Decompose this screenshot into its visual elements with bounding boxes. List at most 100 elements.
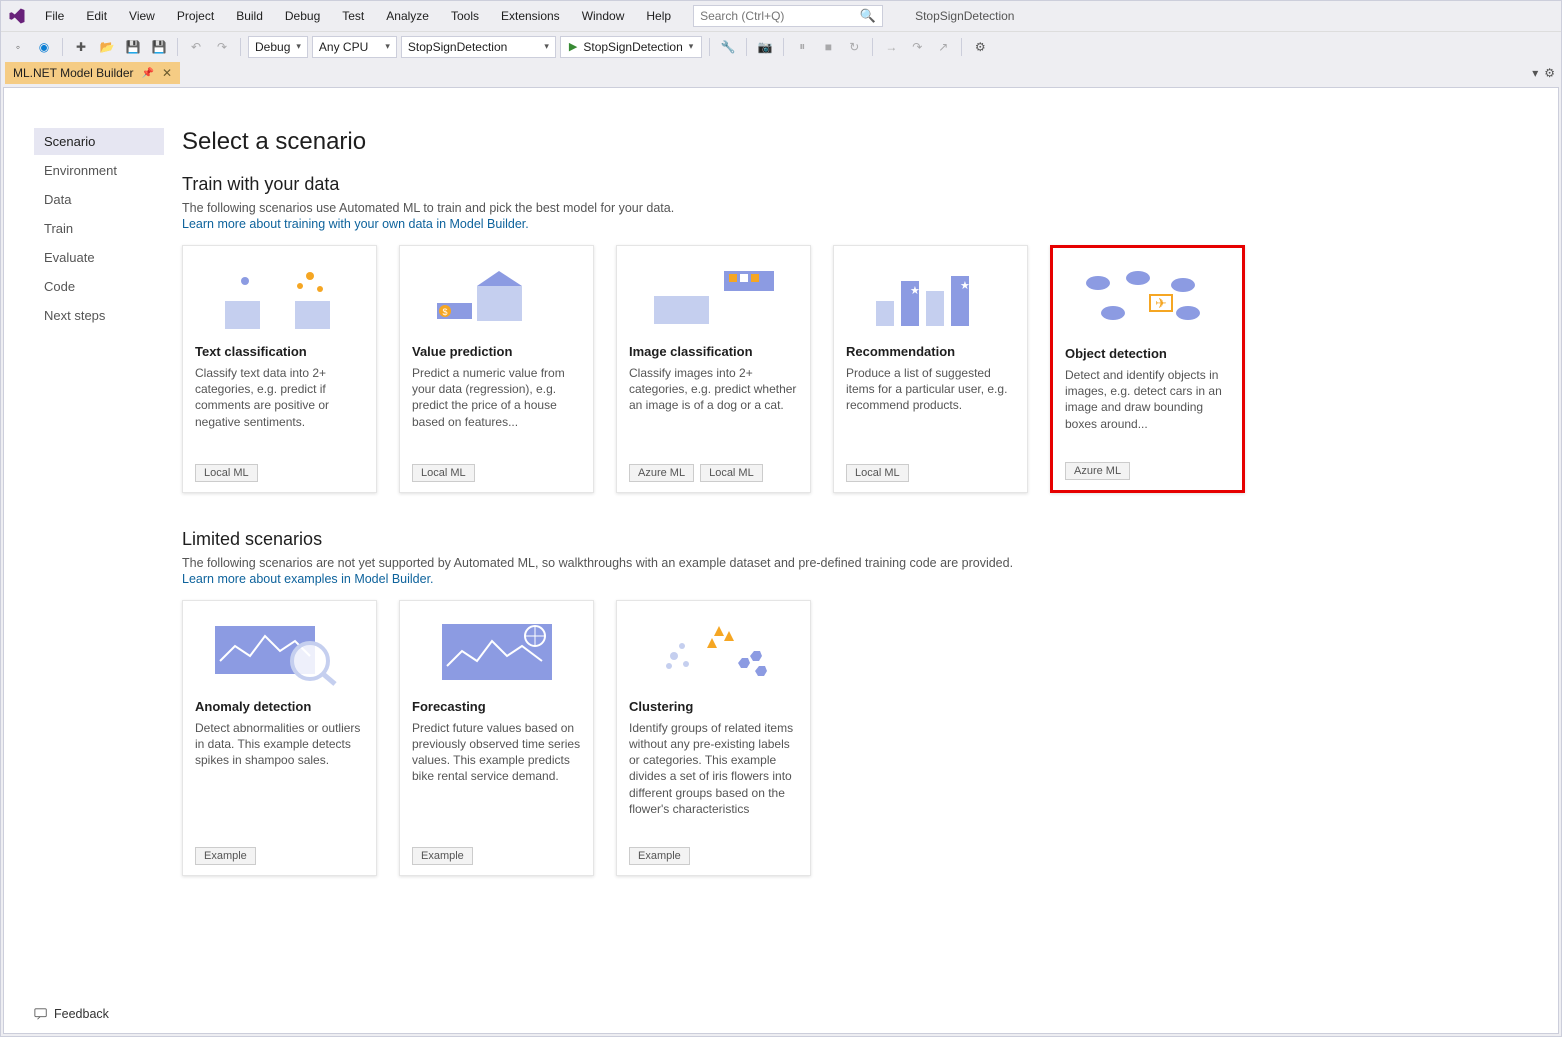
scenario-card-object-detection[interactable]: ✈✈ Object detection Detect and identify … [1050, 245, 1245, 493]
config-value: Debug [255, 40, 290, 54]
card-badges: Example [412, 847, 581, 865]
save-all-icon[interactable]: 💾 [148, 36, 170, 58]
platform-value: Any CPU [319, 40, 368, 54]
card-title: Image classification [629, 344, 798, 359]
image-tool-icon[interactable]: 📷 [754, 36, 776, 58]
save-icon[interactable]: 💾 [122, 36, 144, 58]
card-illustration-icon [195, 258, 364, 336]
menu-edit[interactable]: Edit [76, 5, 117, 27]
nav-back-icon[interactable]: ◦ [7, 36, 29, 58]
step-train[interactable]: Train [34, 215, 164, 242]
menu-analyze[interactable]: Analyze [376, 5, 439, 27]
badge: Azure ML [1065, 462, 1130, 480]
feedback-icon [34, 1007, 48, 1021]
card-desc: Classify text data into 2+ categories, e… [195, 365, 364, 434]
menu-help[interactable]: Help [636, 5, 681, 27]
gear-icon[interactable]: ⚙ [1544, 66, 1555, 80]
step-evaluate[interactable]: Evaluate [34, 244, 164, 271]
limited-section-desc: The following scenarios are not yet supp… [182, 556, 1538, 570]
card-title: Object detection [1065, 346, 1230, 361]
search-input[interactable] [700, 9, 860, 23]
step-code[interactable]: Code [34, 273, 164, 300]
pause-icon: ⏸ [791, 36, 813, 58]
badge: Example [195, 847, 256, 865]
step-scenario[interactable]: Scenario [34, 128, 164, 155]
tab-title: ML.NET Model Builder [13, 66, 134, 80]
chevron-down-icon: ▾ [689, 41, 694, 52]
menu-tools[interactable]: Tools [441, 5, 489, 27]
step-data[interactable]: Data [34, 186, 164, 213]
card-desc: Produce a list of suggested items for a … [846, 365, 1015, 434]
start-debugging-button[interactable]: ▶ StopSignDetection ▾ [560, 36, 702, 58]
card-title: Text classification [195, 344, 364, 359]
document-tab-mlnet[interactable]: ML.NET Model Builder 📌 ✕ [5, 62, 180, 84]
tool-icon[interactable]: 🔧 [717, 36, 739, 58]
menu-test[interactable]: Test [332, 5, 374, 27]
menu-file[interactable]: File [35, 5, 74, 27]
scenario-card-forecasting[interactable]: Forecasting Predict future values based … [399, 600, 594, 876]
solution-platform-dropdown[interactable]: Any CPU ▾ [312, 36, 397, 58]
misc-tool-icon[interactable]: ⚙ [969, 36, 991, 58]
card-title: Anomaly detection [195, 699, 364, 714]
card-title: Forecasting [412, 699, 581, 714]
nav-fwd-icon[interactable]: ◉ [33, 36, 55, 58]
scenario-card-image-classification[interactable]: Image classification Classify images int… [616, 245, 811, 493]
limited-section-heading: Limited scenarios [182, 529, 1538, 550]
close-icon[interactable]: ✕ [162, 66, 172, 80]
feedback-label: Feedback [54, 1007, 109, 1021]
card-title: Value prediction [412, 344, 581, 359]
svg-text:★: ★ [960, 280, 970, 292]
quick-launch-search[interactable]: 🔍 [693, 5, 883, 27]
chevron-down-icon: ▾ [385, 41, 390, 52]
card-badges: Example [195, 847, 364, 865]
card-illustration-icon: ✈✈ [1065, 260, 1230, 338]
menu-window[interactable]: Window [572, 5, 635, 27]
open-icon[interactable]: 📂 [96, 36, 118, 58]
startup-value: StopSignDetection [408, 40, 507, 54]
search-icon: 🔍 [860, 8, 876, 24]
card-illustration-icon [195, 613, 364, 691]
scenario-content: Select a scenario Train with your data T… [164, 128, 1538, 1013]
undo-icon[interactable]: ↶ [185, 36, 207, 58]
feedback-link[interactable]: Feedback [34, 1007, 109, 1021]
scenario-card-value-prediction[interactable]: $ Value prediction Predict a numeric val… [399, 245, 594, 493]
card-illustration-icon: $ [412, 258, 581, 336]
startup-project-dropdown[interactable]: StopSignDetection▾ [401, 36, 556, 58]
limited-learn-more-link[interactable]: Learn more about examples in Model Build… [182, 572, 1538, 586]
tab-overflow-icon[interactable]: ▾ [1532, 66, 1538, 80]
scenario-card-anomaly-detection[interactable]: Anomaly detection Detect abnormalities o… [182, 600, 377, 876]
menu-project[interactable]: Project [167, 5, 224, 27]
menu-build[interactable]: Build [226, 5, 273, 27]
card-badges: Azure MLLocal ML [629, 464, 798, 482]
card-badges: Local ML [846, 464, 1015, 482]
step-next[interactable]: Next steps [34, 302, 164, 329]
card-badges: Local ML [195, 464, 364, 482]
step-out-icon: ↗ [932, 36, 954, 58]
new-item-icon[interactable]: ✚ [70, 36, 92, 58]
badge: Local ML [700, 464, 763, 482]
card-illustration-icon [629, 258, 798, 336]
step-over-icon: ↷ [906, 36, 928, 58]
redo-icon[interactable]: ↷ [211, 36, 233, 58]
card-illustration-icon [629, 613, 798, 691]
scenario-card-clustering[interactable]: Clustering Identify groups of related it… [616, 600, 811, 876]
scenario-card-text-classification[interactable]: Text classification Classify text data i… [182, 245, 377, 493]
train-learn-more-link[interactable]: Learn more about training with your own … [182, 217, 1538, 231]
svg-text:✈: ✈ [1118, 276, 1127, 288]
scenario-card-recommendation[interactable]: ★★ Recommendation Produce a list of sugg… [833, 245, 1028, 493]
play-icon: ▶ [569, 40, 577, 53]
menu-extensions[interactable]: Extensions [491, 5, 570, 27]
menu-debug[interactable]: Debug [275, 5, 330, 27]
solution-config-dropdown[interactable]: Debug▾ [248, 36, 308, 58]
start-label: StopSignDetection [583, 40, 682, 54]
menu-view[interactable]: View [119, 5, 165, 27]
badge: Local ML [846, 464, 909, 482]
train-section-heading: Train with your data [182, 174, 1538, 195]
pin-icon[interactable]: 📌 [142, 68, 154, 79]
train-section-desc: The following scenarios use Automated ML… [182, 201, 1538, 215]
card-illustration-icon: ★★ [846, 258, 1015, 336]
document-tab-row: ML.NET Model Builder 📌 ✕ ▾ ⚙ [1, 61, 1561, 85]
svg-text:✈: ✈ [1155, 295, 1167, 311]
step-environment[interactable]: Environment [34, 157, 164, 184]
card-desc: Predict future values based on previousl… [412, 720, 581, 817]
